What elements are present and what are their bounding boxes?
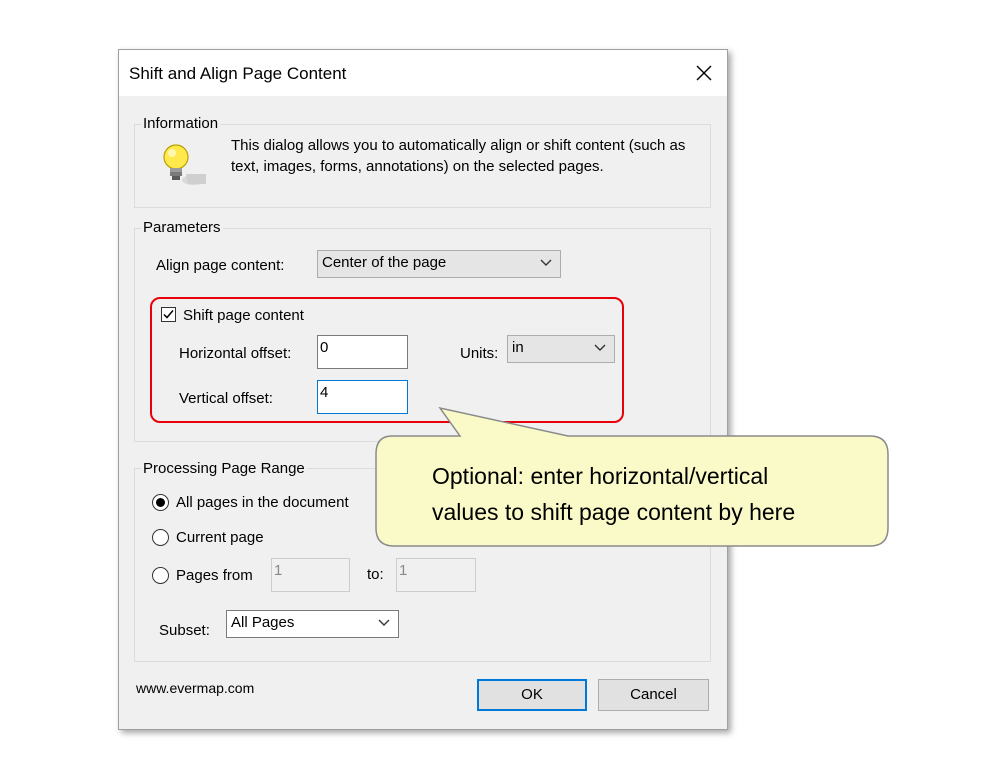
subset-label: Subset: xyxy=(159,622,210,639)
callout-line-2: values to shift page content by here xyxy=(432,499,796,525)
callout-line-1: Optional: enter horizontal/vertical xyxy=(432,463,769,489)
website-link[interactable]: www.evermap.com xyxy=(136,680,254,696)
current-page-label: Current page xyxy=(176,529,264,546)
subset-select[interactable]: All Pages xyxy=(226,610,399,638)
pages-to-input[interactable]: 1 xyxy=(396,558,476,592)
pages-from-input[interactable]: 1 xyxy=(271,558,350,592)
lightbulb-icon xyxy=(163,144,206,185)
parameters-group-label: Parameters xyxy=(141,219,223,236)
align-label: Align page content: xyxy=(156,257,285,274)
cancel-button[interactable]: Cancel xyxy=(598,679,709,711)
information-text: This dialog allows you to automatically … xyxy=(231,137,686,175)
information-group-label: Information xyxy=(141,115,221,132)
close-icon xyxy=(696,65,712,81)
callout-text: Optional: enter horizontal/vertical valu… xyxy=(432,458,872,530)
all-pages-radio[interactable] xyxy=(152,494,169,511)
subset-select-value: All Pages xyxy=(231,614,295,631)
align-select-value: Center of the page xyxy=(322,254,447,271)
radio-selected-dot xyxy=(156,498,165,507)
current-page-radio[interactable] xyxy=(152,529,169,546)
dialog-title: Shift and Align Page Content xyxy=(129,64,347,83)
pages-to-label: to: xyxy=(367,566,384,583)
chevron-down-icon xyxy=(378,619,390,626)
close-button[interactable] xyxy=(681,50,727,96)
title-bar: Shift and Align Page Content xyxy=(119,50,727,96)
pages-from-radio[interactable] xyxy=(152,567,169,584)
pages-from-label: Pages from xyxy=(176,567,253,584)
align-select[interactable]: Center of the page xyxy=(317,250,561,278)
all-pages-label: All pages in the document xyxy=(176,494,349,511)
ok-button[interactable]: OK xyxy=(477,679,587,711)
page-range-group-label: Processing Page Range xyxy=(141,460,307,477)
chevron-down-icon xyxy=(540,259,552,266)
